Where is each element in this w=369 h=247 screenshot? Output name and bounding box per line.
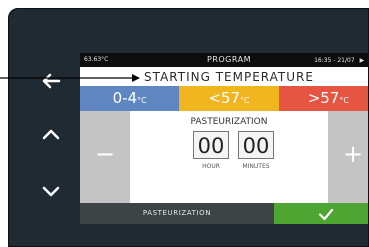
tab-unit: °C [240,96,250,105]
device-frame: 63.63°C PROGRAM 16:35 - 21/07 ▶ ✱ STARTI… [8,8,369,247]
play-icon: ▶ [359,57,365,64]
minutes-label: MINUTES [242,163,270,170]
chevron-up-icon [42,129,60,140]
up-button[interactable] [37,121,65,149]
down-button[interactable] [37,177,65,205]
confirm-button[interactable] [274,203,368,224]
bottom-bar: PASTEURIZATION [80,203,368,224]
hour-label: HOUR [202,163,220,170]
status-right: 16:35 - 21/07 ▶ ✱ [314,53,368,68]
checkmark-icon [318,208,334,221]
left-navigation [17,9,81,246]
minutes-field[interactable]: 00 [238,131,274,159]
decrease-button[interactable]: − [80,111,130,203]
status-time-date: 16:35 - 21/07 [314,57,355,64]
callout-pointer-line [0,74,140,82]
tab-unit: °C [339,96,349,105]
tab-below-57[interactable]: <57°C [179,86,279,111]
program-name-label: PASTEURIZATION [80,203,274,224]
status-bar: 63.63°C PROGRAM 16:35 - 21/07 ▶ ✱ [80,53,368,68]
tab-above-57[interactable]: >57°C [278,86,368,111]
time-panel: − PASTEURIZATION 00 00 HOUR MINUTES + [80,111,368,203]
tab-0-4[interactable]: 0-4°C [80,86,180,111]
increase-button[interactable]: + [328,111,368,203]
panel-title: PASTEURIZATION [190,117,268,127]
tab-unit: °C [137,96,147,105]
temperature-tabs: 0-4°C <57°C >57°C [80,86,368,111]
tab-label: >57 [307,89,340,107]
hour-field[interactable]: 00 [193,131,229,159]
tab-label: <57 [208,89,241,107]
chevron-down-icon [42,186,60,197]
tab-label: 0-4 [112,89,138,107]
